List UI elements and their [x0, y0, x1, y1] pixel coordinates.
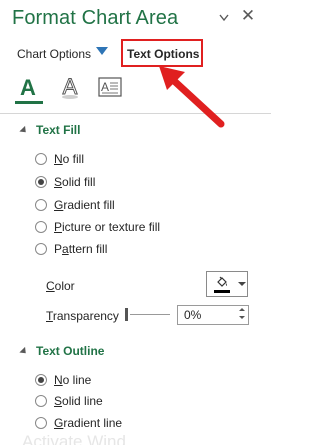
section-text-outline-header[interactable]: Text Outline [19, 344, 105, 358]
radio-no-line[interactable]: No line [35, 373, 91, 387]
radio-label: Solid fill [54, 175, 96, 189]
radio-pattern-fill[interactable]: Pattern fill [35, 242, 107, 256]
transparency-input[interactable] [184, 308, 234, 322]
radio-button[interactable] [35, 221, 47, 233]
color-picker-button[interactable] [206, 271, 248, 297]
text-fill-outline-icon: A [20, 75, 36, 100]
activation-watermark: Activate Wind [22, 432, 126, 445]
color-label: Color [46, 279, 75, 293]
radio-label: Gradient fill [54, 198, 115, 212]
radio-label: No line [54, 373, 92, 387]
chevron-down-icon [238, 282, 246, 286]
radio-button[interactable] [35, 417, 47, 429]
radio-button[interactable] [35, 153, 47, 165]
radio-label: Gradient line [54, 416, 123, 430]
tab-textbox[interactable]: A [97, 74, 123, 100]
paint-bucket-icon [212, 276, 232, 293]
radio-label: Solid line [54, 394, 103, 408]
radio-no-fill[interactable]: No fill [35, 152, 84, 166]
radio-button[interactable] [35, 374, 47, 386]
radio-gradient-fill[interactable]: Gradient fill [35, 198, 115, 212]
collapse-triangle-icon [19, 346, 29, 356]
selected-tab-indicator [15, 101, 43, 104]
textbox-icon: A [98, 77, 122, 97]
close-icon: ✕ [240, 6, 256, 25]
collapse-triangle-icon [19, 125, 29, 135]
divider [0, 113, 271, 114]
tab-chart-options[interactable]: Chart Options [17, 47, 91, 61]
svg-text:A: A [20, 75, 36, 100]
radio-button[interactable] [35, 176, 47, 188]
color-swatch [214, 289, 230, 293]
radio-button[interactable] [35, 199, 47, 211]
radio-label: No fill [54, 152, 85, 166]
chart-options-dropdown-icon[interactable] [95, 46, 109, 56]
tab-text-fill-outline[interactable]: A [15, 74, 41, 100]
transparency-spinbox[interactable] [177, 305, 249, 325]
spin-up-icon[interactable] [239, 308, 245, 311]
radio-button[interactable] [35, 395, 47, 407]
radio-label: Pattern fill [54, 242, 108, 256]
section-text-fill-header[interactable]: Text Fill [19, 123, 81, 137]
section-text-fill-title: Text Fill [36, 123, 81, 137]
radio-solid-line[interactable]: Solid line [35, 394, 103, 408]
radio-picture-texture-fill[interactable]: Picture or texture fill [35, 220, 160, 234]
radio-label: Picture or texture fill [54, 220, 161, 234]
close-button[interactable]: ✕ [240, 6, 256, 25]
section-text-outline-title: Text Outline [36, 344, 105, 358]
transparency-slider-track[interactable] [130, 314, 170, 315]
radio-button[interactable] [35, 243, 47, 255]
annotation-arrow-icon [159, 66, 225, 128]
transparency-label: Transparency [46, 309, 119, 323]
pane-options-dropdown[interactable] [216, 10, 232, 26]
svg-text:A: A [101, 80, 109, 94]
transparency-slider-thumb[interactable] [125, 308, 128, 321]
spin-down-icon[interactable] [239, 316, 245, 319]
tab-text-effects[interactable]: A [57, 74, 83, 100]
radio-gradient-line[interactable]: Gradient line [35, 416, 122, 430]
pane-title: Format Chart Area [12, 7, 179, 29]
chevron-down-icon [219, 14, 229, 22]
text-effects-icon: A [62, 74, 78, 100]
radio-solid-fill[interactable]: Solid fill [35, 175, 95, 189]
